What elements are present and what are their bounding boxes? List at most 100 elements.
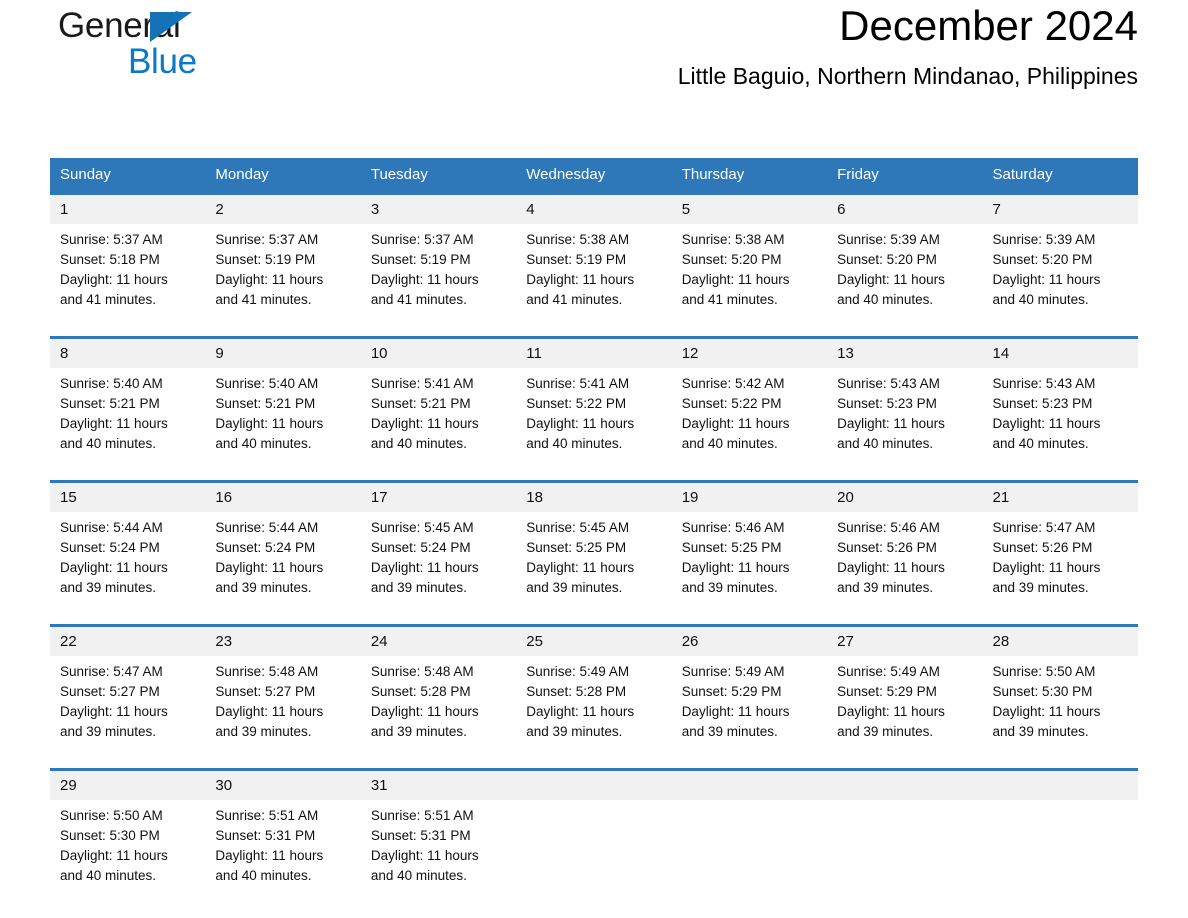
day-cell[interactable]: Sunrise: 5:40 AM Sunset: 5:21 PM Dayligh…	[50, 368, 205, 462]
general-blue-logo[interactable]: General Blue	[58, 6, 258, 86]
sunrise-text: Sunrise: 5:47 AM	[60, 664, 163, 679]
daylight-text-line2: and 40 minutes.	[992, 292, 1089, 307]
day-number[interactable]: 5	[672, 195, 827, 224]
day-details-band: Sunrise: 5:47 AM Sunset: 5:27 PM Dayligh…	[50, 656, 1138, 750]
weekday-header-wednesday: Wednesday	[526, 166, 606, 183]
sunrise-text: Sunrise: 5:39 AM	[992, 232, 1096, 247]
day-cell[interactable]: Sunrise: 5:44 AM Sunset: 5:24 PM Dayligh…	[205, 512, 360, 606]
sunrise-text: Sunrise: 5:39 AM	[837, 232, 940, 247]
sunrise-text: Sunrise: 5:49 AM	[837, 664, 940, 679]
weekday-header-saturday: Saturday	[992, 166, 1053, 183]
calendar-table: Sunday Monday Tuesday Wednesday Thursday…	[50, 158, 1138, 894]
day-cell[interactable]: Sunrise: 5:41 AM Sunset: 5:21 PM Dayligh…	[361, 368, 516, 462]
day-number[interactable]: 1	[50, 195, 205, 224]
day-cell[interactable]: Sunrise: 5:38 AM Sunset: 5:20 PM Dayligh…	[672, 224, 827, 318]
day-cell[interactable]: Sunrise: 5:46 AM Sunset: 5:26 PM Dayligh…	[827, 512, 982, 606]
day-number[interactable]: 14	[983, 339, 1138, 368]
day-cell[interactable]: Sunrise: 5:37 AM Sunset: 5:19 PM Dayligh…	[361, 224, 516, 318]
day-cell[interactable]: Sunrise: 5:43 AM Sunset: 5:23 PM Dayligh…	[983, 368, 1138, 462]
day-number[interactable]: 16	[205, 483, 360, 512]
daylight-text-line2: and 39 minutes.	[370, 724, 467, 739]
day-number[interactable]: 31	[361, 771, 516, 800]
day-number[interactable]: 15	[50, 483, 205, 512]
day-cell[interactable]: Sunrise: 5:47 AM Sunset: 5:27 PM Dayligh…	[50, 656, 205, 750]
sunset-text: Sunset: 5:27 PM	[215, 684, 316, 699]
day-cell[interactable]: Sunrise: 5:51 AM Sunset: 5:31 PM Dayligh…	[205, 800, 360, 894]
sunset-text: Sunset: 5:21 PM	[370, 396, 471, 411]
daylight-text-line2: and 41 minutes.	[526, 292, 623, 307]
day-number[interactable]: 3	[361, 195, 516, 224]
sunset-text: Sunset: 5:23 PM	[992, 396, 1093, 411]
day-number[interactable]: 17	[361, 483, 516, 512]
day-cell[interactable]: Sunrise: 5:39 AM Sunset: 5:20 PM Dayligh…	[983, 224, 1138, 318]
daylight-text-line2: and 41 minutes.	[60, 292, 157, 307]
day-cell[interactable]: Sunrise: 5:47 AM Sunset: 5:26 PM Dayligh…	[983, 512, 1138, 606]
day-number[interactable]: 10	[361, 339, 516, 368]
day-cell[interactable]: Sunrise: 5:51 AM Sunset: 5:31 PM Dayligh…	[361, 800, 516, 894]
day-number[interactable]: 30	[205, 771, 360, 800]
sunset-text: Sunset: 5:25 PM	[681, 540, 782, 555]
day-number[interactable]: 27	[827, 627, 982, 656]
day-number[interactable]: 19	[672, 483, 827, 512]
day-number[interactable]: 8	[50, 339, 205, 368]
day-number[interactable]: 11	[516, 339, 671, 368]
week-spacer	[50, 606, 1138, 624]
day-number[interactable]: 24	[361, 627, 516, 656]
daylight-text-line1: Daylight: 11 hours	[370, 416, 479, 431]
day-cell[interactable]: Sunrise: 5:43 AM Sunset: 5:23 PM Dayligh…	[827, 368, 982, 462]
daylight-text-line2: and 40 minutes.	[370, 868, 467, 883]
day-number[interactable]: 22	[50, 627, 205, 656]
sunset-text: Sunset: 5:24 PM	[215, 540, 316, 555]
day-cell[interactable]: Sunrise: 5:38 AM Sunset: 5:19 PM Dayligh…	[516, 224, 671, 318]
day-cell[interactable]: Sunrise: 5:44 AM Sunset: 5:24 PM Dayligh…	[50, 512, 205, 606]
day-cell[interactable]: Sunrise: 5:37 AM Sunset: 5:19 PM Dayligh…	[205, 224, 360, 318]
day-cell[interactable]: Sunrise: 5:42 AM Sunset: 5:22 PM Dayligh…	[672, 368, 827, 462]
sunrise-text: Sunrise: 5:37 AM	[60, 232, 163, 247]
day-number-empty	[827, 771, 982, 800]
day-number[interactable]: 6	[827, 195, 982, 224]
sunrise-text: Sunrise: 5:48 AM	[370, 664, 474, 679]
sunrise-text: Sunrise: 5:44 AM	[60, 520, 163, 535]
day-number[interactable]: 26	[672, 627, 827, 656]
day-cell[interactable]: Sunrise: 5:49 AM Sunset: 5:29 PM Dayligh…	[672, 656, 827, 750]
day-cell[interactable]: Sunrise: 5:46 AM Sunset: 5:25 PM Dayligh…	[672, 512, 827, 606]
day-number[interactable]: 7	[983, 195, 1138, 224]
daylight-text-line1: Daylight: 11 hours	[60, 416, 168, 431]
day-cell[interactable]: Sunrise: 5:41 AM Sunset: 5:22 PM Dayligh…	[516, 368, 671, 462]
day-number-empty	[672, 771, 827, 800]
day-number[interactable]: 20	[827, 483, 982, 512]
day-cell[interactable]: Sunrise: 5:48 AM Sunset: 5:27 PM Dayligh…	[205, 656, 360, 750]
day-cell[interactable]: Sunrise: 5:40 AM Sunset: 5:21 PM Dayligh…	[205, 368, 360, 462]
day-number[interactable]: 21	[983, 483, 1138, 512]
daylight-text-line1: Daylight: 11 hours	[837, 416, 945, 431]
day-number[interactable]: 9	[205, 339, 360, 368]
day-number[interactable]: 13	[827, 339, 982, 368]
day-cell[interactable]: Sunrise: 5:39 AM Sunset: 5:20 PM Dayligh…	[827, 224, 982, 318]
day-number[interactable]: 23	[205, 627, 360, 656]
day-cell[interactable]: Sunrise: 5:49 AM Sunset: 5:28 PM Dayligh…	[516, 656, 671, 750]
day-number[interactable]: 2	[205, 195, 360, 224]
day-cell[interactable]: Sunrise: 5:45 AM Sunset: 5:25 PM Dayligh…	[516, 512, 671, 606]
day-cell[interactable]: Sunrise: 5:48 AM Sunset: 5:28 PM Dayligh…	[361, 656, 516, 750]
day-number[interactable]: 12	[672, 339, 827, 368]
daylight-text-line2: and 39 minutes.	[215, 580, 312, 595]
day-number[interactable]: 29	[50, 771, 205, 800]
day-number[interactable]: 28	[983, 627, 1138, 656]
sunrise-text: Sunrise: 5:50 AM	[992, 664, 1096, 679]
day-number[interactable]: 25	[516, 627, 671, 656]
week-spacer	[50, 462, 1138, 480]
day-cell[interactable]: Sunrise: 5:50 AM Sunset: 5:30 PM Dayligh…	[983, 656, 1138, 750]
daylight-text-line1: Daylight: 11 hours	[837, 704, 945, 719]
sunset-text: Sunset: 5:19 PM	[215, 252, 316, 267]
day-cell[interactable]: Sunrise: 5:45 AM Sunset: 5:24 PM Dayligh…	[361, 512, 516, 606]
sunset-text: Sunset: 5:26 PM	[837, 540, 937, 555]
day-number[interactable]: 4	[516, 195, 671, 224]
sunset-text: Sunset: 5:30 PM	[60, 828, 160, 843]
sunrise-text: Sunrise: 5:46 AM	[681, 520, 785, 535]
day-cell[interactable]: Sunrise: 5:37 AM Sunset: 5:18 PM Dayligh…	[50, 224, 205, 318]
sunrise-text: Sunrise: 5:41 AM	[526, 376, 630, 391]
page-subtitle: Little Baguio, Northern Mindanao, Philip…	[677, 63, 1138, 89]
day-cell[interactable]: Sunrise: 5:50 AM Sunset: 5:30 PM Dayligh…	[50, 800, 205, 894]
day-cell[interactable]: Sunrise: 5:49 AM Sunset: 5:29 PM Dayligh…	[827, 656, 982, 750]
day-number[interactable]: 18	[516, 483, 671, 512]
